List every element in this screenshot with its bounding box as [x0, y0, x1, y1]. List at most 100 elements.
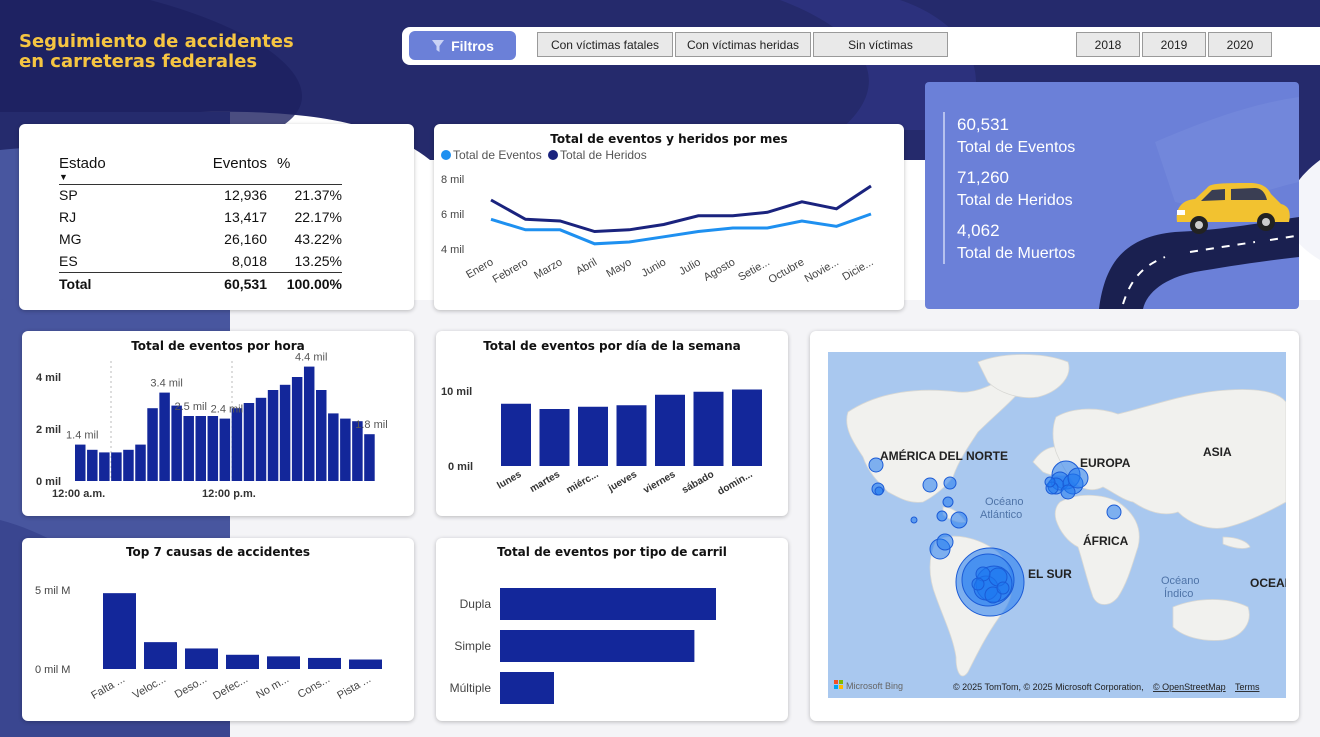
hourly-bar-chart[interactable]: 0 mil 2 mil 4 mil 1.4 mil 3.4 mil 2.5 mil 2.4 …	[22, 331, 414, 516]
map-bubble[interactable]	[996, 581, 1010, 595]
legend-dot-eventos	[441, 150, 451, 160]
map-bubble[interactable]	[950, 511, 968, 529]
map-bubble[interactable]	[922, 477, 938, 493]
header-estado-label: Estado	[59, 155, 106, 172]
data-label: 2.4 mil	[211, 404, 243, 416]
bar-lane-2[interactable]	[500, 672, 554, 704]
slicer-year-2020[interactable]: 2020	[1208, 32, 1272, 57]
map-bubble[interactable]	[971, 577, 985, 591]
bar-hour-7[interactable]	[159, 392, 170, 481]
bar-hour-1[interactable]	[87, 449, 98, 481]
bar-cause-6[interactable]	[349, 659, 382, 669]
data-label: 4.4 mil	[295, 352, 327, 364]
bar-lane-0[interactable]	[500, 588, 716, 620]
table-row[interactable]: MG 26,160 43.22%	[59, 228, 342, 250]
map-bubble[interactable]	[943, 476, 957, 490]
slicer-year-2019[interactable]: 2019	[1142, 32, 1206, 57]
header-eventos[interactable]: Eventos	[207, 144, 267, 172]
kpi-muertos-value: 4,062	[957, 221, 1000, 240]
bar-hour-13[interactable]	[231, 408, 243, 481]
osm-link[interactable]: © OpenStreetMap	[1153, 682, 1226, 692]
map-bubble[interactable]	[942, 496, 954, 508]
bar-hour-19[interactable]	[303, 366, 315, 481]
map-bubble[interactable]	[910, 516, 918, 524]
slicer-victimas-heridas[interactable]: Con víctimas heridas	[675, 32, 811, 57]
bar-hour-6[interactable]	[147, 408, 158, 481]
x-tick-label: Setie...	[736, 256, 772, 284]
bar-cause-1[interactable]	[144, 642, 177, 669]
line-series-eventos[interactable]	[490, 212, 872, 246]
bar-hour-4[interactable]	[123, 449, 134, 481]
map-bubble[interactable]	[1044, 476, 1056, 488]
causes-bar-chart[interactable]: 5 mil M 0 mil M Falta ... Veloc... Deso... De…	[22, 538, 414, 721]
bar-weekday-6[interactable]	[732, 389, 762, 467]
bar-hour-20[interactable]	[316, 390, 327, 481]
cell-eventos: 13,417	[224, 209, 267, 225]
kpi-card: 60,531 Total de Eventos 71,260 Total de …	[925, 82, 1299, 309]
weekday-bar-chart[interactable]: 10 mil 0 mil lunes martes miérc... jueves vier…	[436, 331, 788, 516]
bar-cause-3[interactable]	[226, 654, 259, 669]
bar-cause-4[interactable]	[267, 656, 300, 669]
bar-cause-2[interactable]	[185, 648, 218, 669]
bar-hour-0[interactable]	[75, 444, 86, 481]
bar-hour-21[interactable]	[328, 413, 339, 481]
map-bubble[interactable]	[874, 486, 884, 496]
legend-heridos[interactable]: Total de Heridos	[560, 148, 647, 162]
title-line-2: en carreteras federales	[19, 51, 258, 72]
bar-cause-0[interactable]	[103, 593, 136, 669]
bar-weekday-3[interactable]	[616, 405, 647, 466]
header-estado[interactable]: Estado	[59, 144, 207, 172]
bar-hour-18[interactable]	[291, 377, 303, 481]
bar-hour-12[interactable]	[219, 418, 231, 481]
map-label-atlantic-1: Océano	[985, 496, 1024, 508]
bar-cause-5[interactable]	[308, 657, 341, 669]
bar-weekday-5[interactable]	[693, 391, 724, 466]
bar-hour-8[interactable]	[171, 405, 182, 481]
bar-hour-2[interactable]	[99, 452, 110, 481]
x-tick-label: Defec...	[211, 673, 250, 702]
x-tick-label: 12:00 a.m.	[52, 488, 105, 500]
x-tick-label: miérc...	[565, 469, 601, 496]
terms-link[interactable]: Terms	[1235, 682, 1260, 692]
header-pct[interactable]: %	[267, 144, 342, 172]
bar-hour-17[interactable]	[279, 384, 291, 481]
bar-hour-16[interactable]	[267, 390, 279, 481]
lane-bar-chart[interactable]: Dupla Simple Múltiple	[436, 538, 788, 721]
bar-hour-15[interactable]	[255, 397, 267, 481]
map-bubble[interactable]	[1067, 467, 1089, 489]
map-bubble[interactable]	[1106, 504, 1122, 520]
table-row[interactable]: ES 8,018 13.25%	[59, 250, 342, 272]
map-label-europe: EUROPA	[1080, 456, 1131, 470]
bar-hour-5[interactable]	[135, 444, 146, 481]
bar-hour-11[interactable]	[207, 416, 219, 481]
slicer-year-2018[interactable]: 2018	[1076, 32, 1140, 57]
bar-hour-24[interactable]	[364, 434, 375, 481]
legend-eventos[interactable]: Total de Eventos	[453, 148, 542, 162]
estado-table-card: Estado Eventos % ▼ SP 12,936 21.37% RJ 13,4…	[19, 124, 414, 310]
map-bubble[interactable]	[936, 533, 954, 551]
x-tick-label: jueves	[606, 469, 640, 495]
bar-hour-9[interactable]	[183, 416, 194, 481]
bar-lane-1[interactable]	[500, 630, 695, 662]
bar-weekday-2[interactable]	[578, 406, 608, 466]
table-row[interactable]: SP 12,936 21.37%	[59, 184, 342, 206]
line-series-heridos[interactable]	[490, 184, 872, 234]
monthly-line-chart[interactable]: Total de Eventos Total de Heridos 4 mil 6…	[434, 124, 904, 310]
bar-hour-10[interactable]	[195, 416, 207, 481]
table-row[interactable]: RJ 13,417 22.17%	[59, 206, 342, 228]
map-bubble[interactable]	[936, 510, 948, 522]
bar-weekday-0[interactable]	[501, 403, 531, 466]
bar-hour-3[interactable]	[111, 452, 122, 481]
bar-weekday-1[interactable]	[539, 409, 570, 466]
sort-arrow-icon[interactable]: ▼	[59, 172, 342, 184]
bing-logo-text: Microsoft Bing	[846, 681, 903, 691]
slicer-sin-victimas[interactable]: Sin víctimas	[813, 32, 948, 57]
estado-table: Estado Eventos % ▼ SP 12,936 21.37% RJ 13,4…	[59, 144, 342, 296]
bar-weekday-4[interactable]	[655, 394, 685, 466]
slicer-victimas-fatales[interactable]: Con víctimas fatales	[537, 32, 673, 57]
map-bubble[interactable]	[1060, 484, 1076, 500]
bar-hour-14[interactable]	[243, 403, 255, 481]
world-map[interactable]: AMÉRICA DEL NORTE EUROPA ASIA ÁFRICA Océ…	[828, 352, 1286, 698]
filtros-button[interactable]: Filtros	[409, 31, 516, 60]
bar-hour-22[interactable]	[340, 418, 351, 481]
